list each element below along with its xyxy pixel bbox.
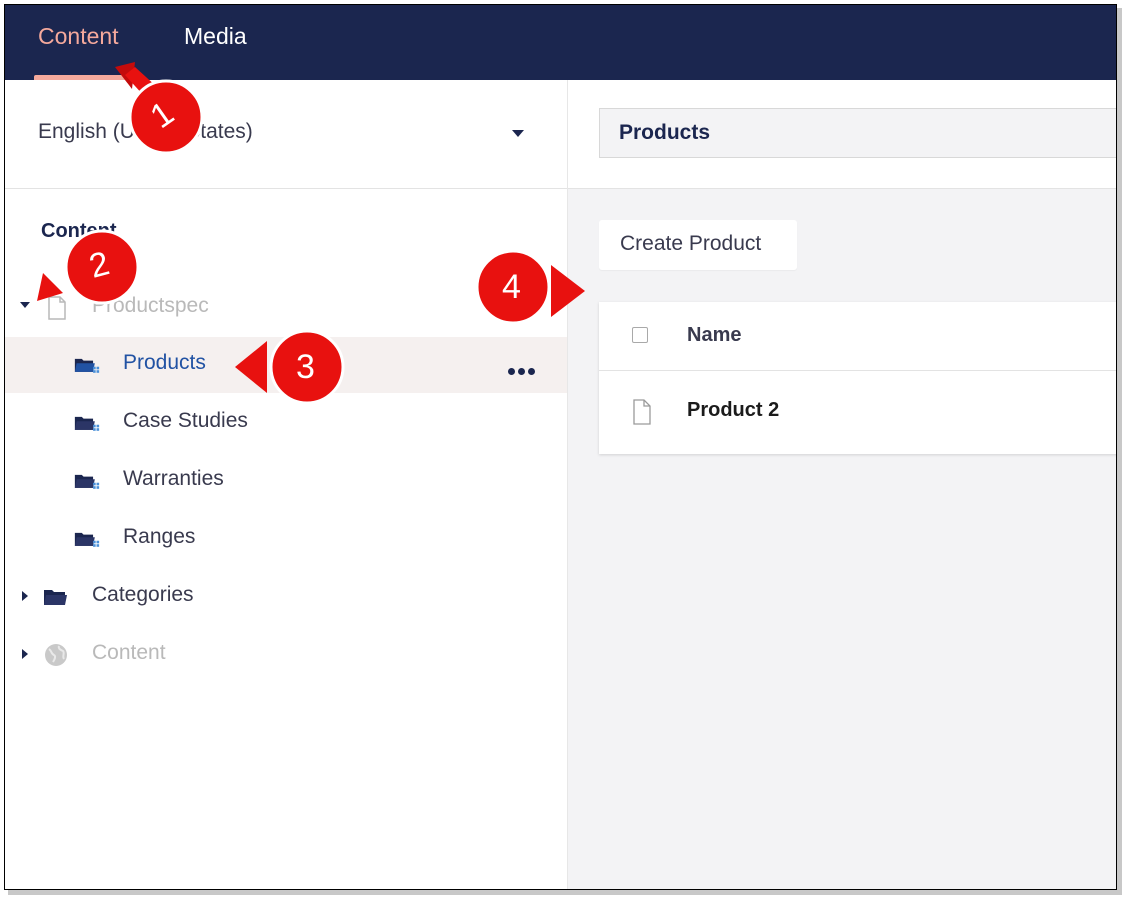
more-actions-icon[interactable] [508, 362, 540, 375]
children-list: Name Product 2 [599, 302, 1116, 454]
editor-header: Products [568, 80, 1116, 189]
tab-content[interactable]: Content [38, 23, 119, 50]
document-icon [633, 399, 651, 425]
window-shadow-bottom [8, 890, 1122, 895]
callout-3-number: 3 [296, 348, 315, 386]
folder-icon [74, 532, 100, 547]
caret-right-icon[interactable] [22, 649, 28, 659]
folder-icon [44, 590, 67, 605]
app-window: Content Media English (United States) Co… [4, 4, 1117, 890]
caret-right-icon[interactable] [22, 591, 28, 601]
tree-item-warranties[interactable]: Warranties [5, 453, 567, 509]
tree-item-categories[interactable]: Categories [5, 569, 567, 625]
callout-4-number: 4 [502, 268, 521, 306]
node-name-field[interactable]: Products [599, 108, 1116, 158]
folder-icon [74, 358, 100, 373]
window-shadow-right [1117, 8, 1122, 894]
tab-media[interactable]: Media [184, 23, 247, 50]
node-name-value: Products [619, 121, 711, 144]
tree-item-content[interactable]: Content [5, 627, 567, 683]
list-header: Name [599, 302, 1116, 371]
create-product-button[interactable]: Create Product [599, 220, 797, 270]
folder-icon [74, 474, 100, 489]
globe-icon [45, 644, 67, 666]
tree-item-ranges[interactable]: Ranges [5, 511, 567, 567]
folder-icon [74, 416, 100, 431]
column-header-name[interactable]: Name [687, 324, 741, 347]
row-name-cell[interactable]: Product 2 [687, 399, 779, 422]
tree-item-label: Content [92, 641, 166, 664]
main-editor: Products Create Product Name Product 2 [568, 80, 1116, 889]
table-row[interactable]: Product 2 [599, 371, 1116, 453]
select-all-checkbox[interactable] [632, 327, 648, 343]
tree-item-label: Categories [92, 583, 194, 606]
language-selector[interactable]: English (United States) [5, 80, 567, 189]
tree-item-label: Warranties [123, 467, 224, 490]
tree-item-label: Ranges [123, 525, 196, 548]
caret-down-icon[interactable] [512, 130, 524, 137]
tree-item-label: Products [123, 351, 206, 374]
tree-item-label: Case Studies [123, 409, 248, 432]
content-tree-sidebar: English (United States) Content Products… [5, 80, 568, 889]
create-product-label: Create Product [620, 232, 762, 255]
caret-down-icon[interactable] [20, 302, 30, 308]
